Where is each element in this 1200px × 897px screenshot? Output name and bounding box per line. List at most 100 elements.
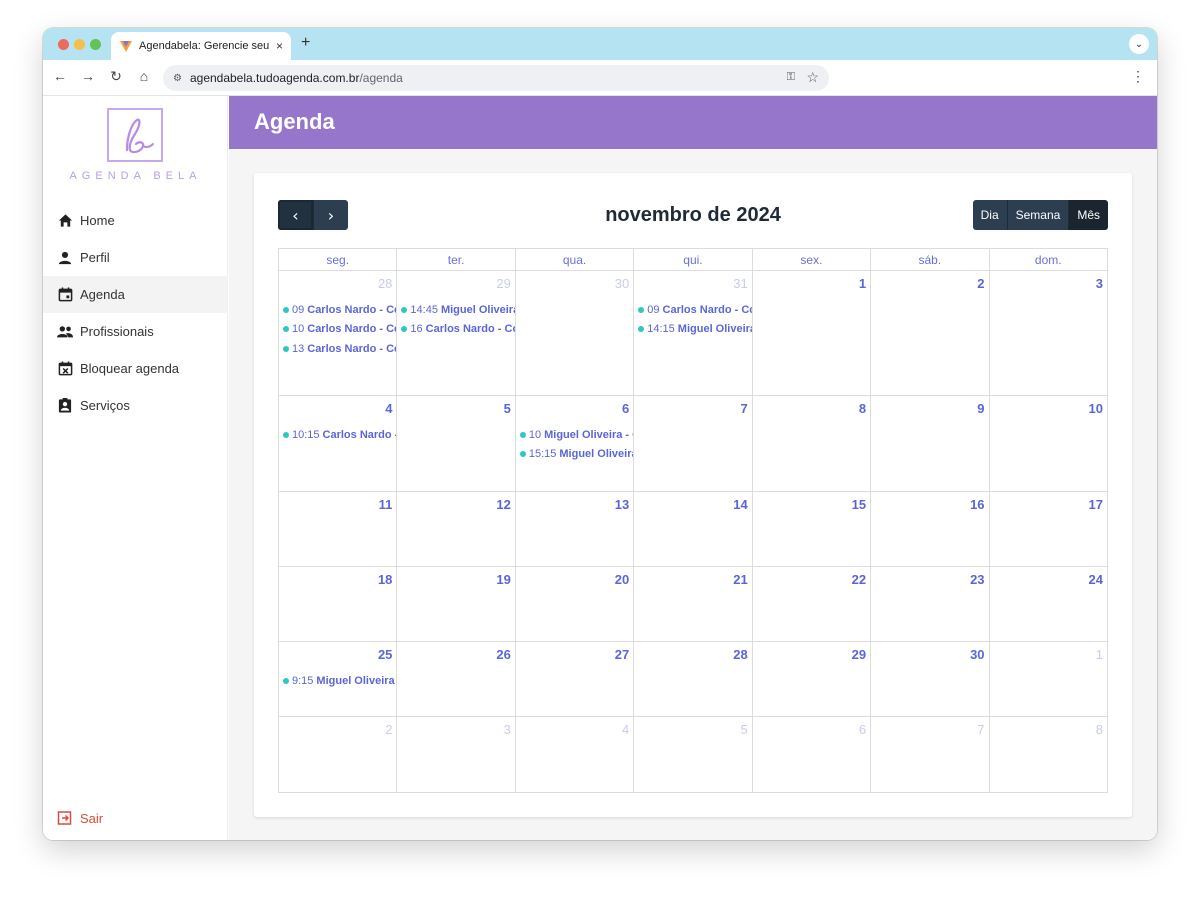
day-cell[interactable]: 18 — [279, 567, 398, 641]
maximize-window-button[interactable] — [90, 39, 101, 50]
day-cell[interactable]: 8 — [753, 396, 872, 491]
sidebar-item-profissionais[interactable]: Profissionais — [43, 313, 228, 350]
tab-search-icon[interactable]: ⌄ — [1129, 34, 1149, 54]
day-cell[interactable]: 12 — [397, 492, 516, 566]
day-number[interactable]: 7 — [977, 722, 984, 737]
day-cell[interactable]: 7 — [634, 396, 753, 491]
sidebar-item-agenda[interactable]: Agenda — [43, 276, 228, 313]
day-cell[interactable]: 5 — [634, 717, 753, 792]
day-number[interactable]: 30 — [970, 647, 984, 662]
day-cell[interactable]: 23 — [871, 567, 990, 641]
day-cell[interactable]: 29 14:45 Miguel Oliveira 16 Carlos Nardo - C… — [397, 271, 516, 395]
day-number[interactable]: 15 — [852, 497, 866, 512]
day-cell[interactable]: 1 — [753, 271, 872, 395]
calendar-event[interactable]: 13Carlos Nardo - Corte — [283, 339, 396, 359]
day-number[interactable]: 1 — [1096, 647, 1103, 662]
day-number[interactable]: 18 — [378, 572, 392, 587]
day-cell[interactable]: 3 — [397, 717, 516, 792]
calendar-event[interactable]: 14:45 Miguel Oliveira — [401, 300, 515, 320]
day-cell[interactable]: 19 — [397, 567, 516, 641]
day-number[interactable]: 5 — [504, 401, 511, 416]
star-icon[interactable]: ☆ — [806, 69, 819, 86]
logout-button[interactable]: Sair — [57, 810, 103, 826]
day-cell[interactable]: 6 — [753, 717, 872, 792]
site-info-icon[interactable]: ⚙ — [173, 73, 182, 84]
day-number[interactable]: 4 — [385, 401, 392, 416]
day-cell[interactable]: 17 — [990, 492, 1107, 566]
day-number[interactable]: 21 — [733, 572, 747, 587]
day-cell[interactable]: 8 — [990, 717, 1107, 792]
calendar-event[interactable]: 14:15 Miguel Oliveira — [638, 320, 752, 340]
day-number[interactable]: 10 — [1088, 401, 1102, 416]
day-number[interactable]: 29 — [852, 647, 866, 662]
new-tab-button[interactable]: + — [301, 34, 310, 52]
sidebar-item-bloquear-agenda[interactable]: Bloquear agenda — [43, 350, 228, 387]
day-cell[interactable]: 11 — [279, 492, 398, 566]
day-cell[interactable]: 29 — [753, 642, 872, 716]
day-number[interactable]: 5 — [740, 722, 747, 737]
day-number[interactable]: 13 — [615, 497, 629, 512]
back-icon[interactable]: ← — [51, 68, 69, 84]
browser-tab[interactable]: Agendabela: Gerencie seu salão × — [111, 32, 291, 60]
day-number[interactable]: 30 — [615, 276, 629, 291]
sidebar-item-perfil[interactable]: Perfil — [43, 239, 228, 276]
day-number[interactable]: 1 — [859, 276, 866, 291]
day-cell[interactable]: 2 — [279, 717, 398, 792]
day-cell[interactable]: 2809Carlos Nardo - Corte10Carlos Nardo -… — [279, 271, 398, 395]
day-cell[interactable]: 7 — [871, 717, 990, 792]
day-number[interactable]: 11 — [379, 497, 393, 512]
day-number[interactable]: 6 — [859, 722, 866, 737]
day-cell[interactable]: 22 — [753, 567, 872, 641]
day-number[interactable]: 28 — [733, 647, 747, 662]
day-number[interactable]: 16 — [970, 497, 984, 512]
tab-close-icon[interactable]: × — [276, 39, 283, 53]
day-cell[interactable]: 4 — [516, 717, 635, 792]
day-number[interactable]: 19 — [496, 572, 510, 587]
view-day-button[interactable]: Dia — [972, 200, 1008, 230]
key-icon[interactable]: ⚿ — [787, 71, 795, 84]
day-cell[interactable]: 24 — [990, 567, 1107, 641]
sidebar-item-servicos[interactable]: Serviços — [43, 387, 228, 424]
day-cell[interactable]: 14 — [634, 492, 753, 566]
day-cell[interactable]: 3 — [990, 271, 1107, 395]
day-number[interactable]: 12 — [496, 497, 510, 512]
sidebar-item-home[interactable]: Home — [43, 202, 228, 239]
view-week-button[interactable]: Semana — [1007, 200, 1070, 230]
view-month-button[interactable]: Mês — [1069, 200, 1108, 230]
calendar-event[interactable]: 10:15Carlos Nardo - Corte — [283, 425, 396, 445]
calendar-event[interactable]: 15:15 Miguel Oliveira — [519, 445, 633, 465]
day-cell[interactable]: 30 — [871, 642, 990, 716]
day-cell[interactable]: 4 10:15Carlos Nardo - Corte — [279, 396, 398, 491]
day-number[interactable]: 27 — [615, 647, 629, 662]
home-icon[interactable]: ⌂ — [135, 68, 153, 84]
reload-icon[interactable]: ↻ — [107, 68, 125, 85]
day-cell[interactable]: 15 — [753, 492, 872, 566]
day-number[interactable]: 23 — [970, 572, 984, 587]
day-cell[interactable]: 26 — [397, 642, 516, 716]
day-number[interactable]: 24 — [1088, 572, 1102, 587]
calendar-event[interactable]: 10Carlos Nardo - Corte — [283, 320, 396, 340]
day-number[interactable]: 14 — [733, 497, 747, 512]
forward-icon[interactable]: → — [79, 68, 97, 84]
day-cell[interactable]: 10 — [990, 396, 1107, 491]
day-number[interactable]: 2 — [977, 276, 984, 291]
day-number[interactable]: 29 — [496, 276, 510, 291]
day-number[interactable]: 28 — [378, 276, 392, 291]
day-cell[interactable]: 30 — [516, 271, 635, 395]
day-cell[interactable]: 16 — [871, 492, 990, 566]
day-cell[interactable]: 27 — [516, 642, 635, 716]
address-bar[interactable]: ⚙ agendabela.tudoagenda.com.br/agenda ⚿ … — [163, 65, 829, 91]
day-number[interactable]: 17 — [1088, 497, 1102, 512]
day-cell[interactable]: 3109Carlos Nardo - Corte14:15Miguel Oliv… — [634, 271, 753, 395]
day-cell[interactable]: 610Miguel Oliveira - Corte15:15Miguel Ol… — [516, 396, 635, 491]
day-cell[interactable]: 5 — [397, 396, 516, 491]
day-cell[interactable]: 25 9:15 Miguel Oliveira — [279, 642, 398, 716]
close-window-button[interactable] — [58, 39, 69, 50]
day-number[interactable]: 20 — [615, 572, 629, 587]
day-cell[interactable]: 20 — [516, 567, 635, 641]
calendar-event[interactable]: 16Carlos Nardo - Corte — [401, 320, 515, 340]
day-number[interactable]: 22 — [852, 572, 866, 587]
minimize-window-button[interactable] — [74, 39, 85, 50]
day-cell[interactable]: 21 — [634, 567, 753, 641]
day-number[interactable]: 26 — [496, 647, 510, 662]
